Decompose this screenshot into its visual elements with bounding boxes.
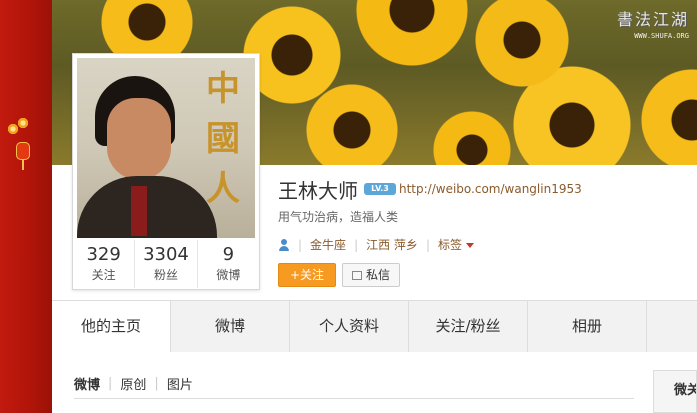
site-watermark: 書法江湖 WWW.SHUFA.ORG xyxy=(617,6,689,40)
message-button[interactable]: 私信 xyxy=(342,263,400,287)
filter-pictures[interactable]: 图片 xyxy=(167,374,193,393)
tab-home[interactable]: 他的主页 xyxy=(52,301,171,353)
zodiac-link[interactable]: 金牛座 xyxy=(310,236,346,253)
watermark-title: 書法江湖 xyxy=(616,10,689,29)
tags-dropdown[interactable]: 标签 xyxy=(438,236,474,253)
follow-button[interactable]: +关注 xyxy=(278,263,336,287)
user-icon xyxy=(278,238,290,251)
filter-separator: | xyxy=(108,376,113,391)
name-row: 王林大师 LV.3 http://weibo.com/wanglin1953 xyxy=(278,176,582,203)
filter-weibo[interactable]: 微博 xyxy=(74,374,100,393)
tab-album[interactable]: 相册 xyxy=(528,301,647,352)
avatar[interactable]: 中國人 xyxy=(77,58,255,238)
stats-row: 329 关注 3304 粉丝 9 微博 xyxy=(73,240,259,288)
lantern-decoration xyxy=(16,142,30,160)
profile-url-link[interactable]: http://weibo.com/wanglin1953 xyxy=(399,182,582,196)
meta-separator: | xyxy=(425,237,430,252)
divider xyxy=(74,398,634,399)
feed-filter-nav: 微博 | 原创 | 图片 xyxy=(74,374,193,393)
stat-number: 329 xyxy=(86,244,121,265)
location-link[interactable]: 江西 萍乡 xyxy=(366,236,418,253)
tassel-decoration xyxy=(22,160,24,170)
stat-posts[interactable]: 9 微博 xyxy=(198,240,259,288)
side-panel-box: 微关 xyxy=(653,370,697,413)
tab-weibo[interactable]: 微博 xyxy=(171,301,290,352)
avatar-card: 中國人 329 关注 3304 粉丝 9 微博 xyxy=(72,53,260,290)
profile-name: 王林大师 xyxy=(278,178,358,203)
firework-decoration xyxy=(14,114,32,132)
message-label: 私信 xyxy=(365,268,390,282)
avatar-face xyxy=(107,98,171,180)
profile-meta-row: | 金牛座 | 江西 萍乡 | 标签 xyxy=(278,236,474,253)
profile-tabs: 他的主页 微博 个人资料 关注/粉丝 相册 xyxy=(52,300,697,353)
stat-label: 粉丝 xyxy=(153,268,178,282)
level-badge[interactable]: LV.3 xyxy=(364,183,396,195)
tags-label: 标签 xyxy=(437,238,462,252)
tab-follow-fans[interactable]: 关注/粉丝 xyxy=(409,301,528,352)
meta-separator: | xyxy=(298,237,303,252)
avatar-calligraphy: 中國人 xyxy=(206,69,240,209)
stat-followers[interactable]: 3304 粉丝 xyxy=(135,240,198,288)
watermark-url: WWW.SHUFA.ORG xyxy=(634,32,689,40)
stat-label: 关注 xyxy=(91,268,116,282)
stat-following[interactable]: 329 关注 xyxy=(73,240,136,288)
caret-down-icon xyxy=(466,243,474,248)
meta-separator: | xyxy=(354,237,359,252)
action-buttons: +关注 私信 xyxy=(278,263,400,287)
filter-separator: | xyxy=(154,376,159,391)
mail-icon xyxy=(351,270,362,280)
left-festive-banner xyxy=(0,0,52,413)
tab-profile-info[interactable]: 个人资料 xyxy=(290,301,409,352)
stat-number: 3304 xyxy=(143,244,189,265)
stat-label: 微博 xyxy=(216,268,241,282)
filter-original[interactable]: 原创 xyxy=(120,374,146,393)
avatar-tie xyxy=(131,186,147,236)
profile-bio: 用气功治病，造福人类 xyxy=(278,210,399,224)
stat-number: 9 xyxy=(222,244,235,265)
